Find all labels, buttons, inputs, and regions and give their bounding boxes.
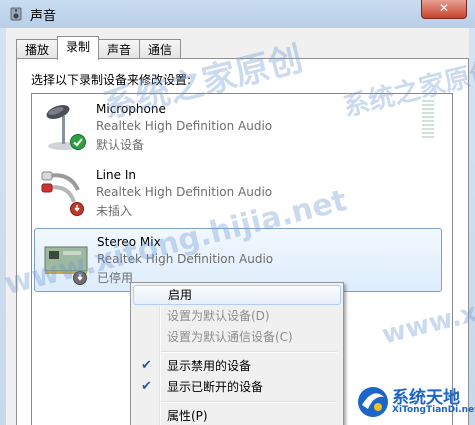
menu-item-properties[interactable]: 属性(P) [133,406,339,425]
device-name: Microphone [96,102,166,116]
tab-recording[interactable]: 录制 [57,36,100,60]
menu-separator [161,351,337,353]
disabled-arrow-icon [73,271,87,285]
unplugged-icon [70,202,84,216]
device-name: Stereo Mix [97,235,161,249]
menu-item-enable[interactable]: 启用 [133,285,341,305]
menu-item-set-default[interactable]: 设置为默认设备(D) [133,306,339,326]
device-driver: Realtek High Definition Audio [96,119,273,133]
device-line-in[interactable]: Line In Realtek High Definition Audio 未插… [34,162,440,224]
device-name: Line In [96,168,136,182]
close-icon: ✕ [438,1,450,15]
menu-item-show-disconnected[interactable]: ✔ 显示已断开的设备 [133,377,339,397]
window-title: 声音 [30,9,57,24]
menu-separator [161,401,337,403]
tab-sounds[interactable]: 声音 [98,39,141,60]
logo-domain: XiTongTianDi.net [392,405,475,415]
menu-item-show-disabled[interactable]: ✔ 显示禁用的设备 [133,356,339,376]
device-driver: Realtek High Definition Audio [96,185,273,199]
device-status: 未插入 [96,204,133,218]
close-button[interactable]: ✕ [421,0,467,19]
device-driver: Realtek High Definition Audio [97,252,274,266]
title-bar[interactable]: 声音 ✕ [0,0,475,28]
tab-playback[interactable]: 播放 [16,39,59,60]
device-microphone[interactable]: Microphone Realtek High Definition Audio… [34,96,440,158]
sound-dialog: 声音 ✕ 播放 录制 声音 通信 选择以下录制设备来修改设置: Micropho… [0,0,475,425]
device-status: 默认设备 [96,138,145,152]
level-meter [422,100,434,140]
tab-strip: 播放 录制 声音 通信 [16,36,182,60]
context-menu: 启用 设置为默认设备(D) 设置为默认通信设备(C) ✔ 显示禁用的设备 ✔ 显… [130,282,344,425]
logo-swirl-icon [358,387,388,417]
checkmark-icon: ✔ [141,358,152,373]
default-check-icon [70,134,86,150]
checkmark-icon: ✔ [141,379,152,394]
speaker-icon [10,7,22,21]
menu-item-set-default-communication[interactable]: 设置为默认通信设备(C) [133,327,339,347]
tab-communications[interactable]: 通信 [139,39,182,60]
instruction-text: 选择以下录制设备来修改设置: [31,73,192,87]
site-logo: 系统天地 XiTongTianDi.net [356,383,475,423]
device-status: 已停用 [97,271,134,285]
